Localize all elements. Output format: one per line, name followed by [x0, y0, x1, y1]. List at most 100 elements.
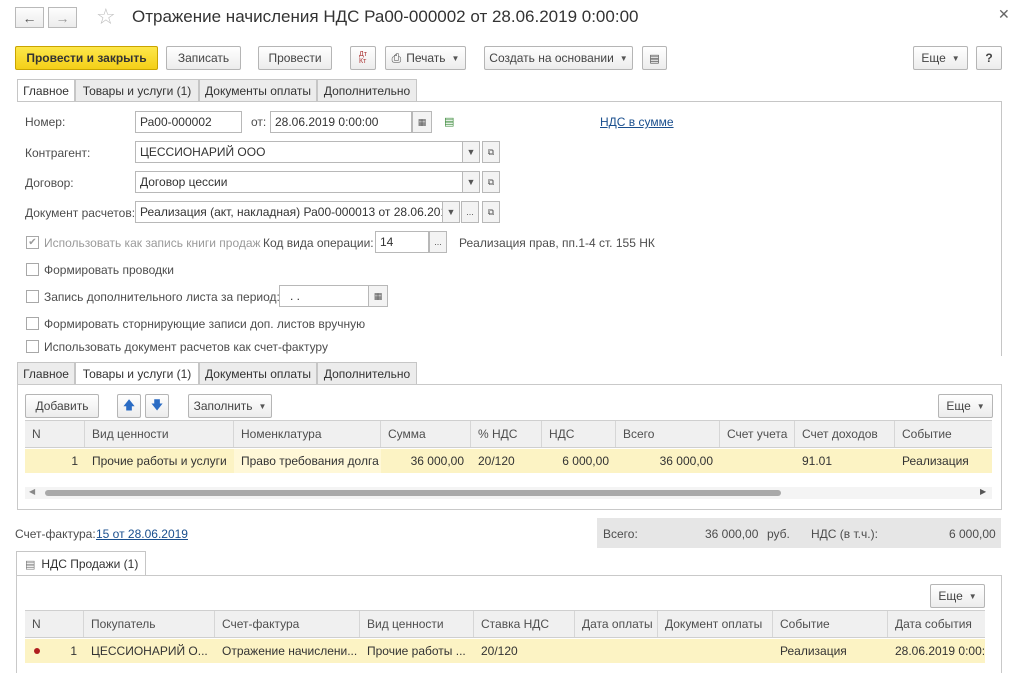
contract-field[interactable]: Договор цессии: [135, 171, 463, 193]
vat-in-sum-link[interactable]: НДС в сумме: [600, 115, 674, 129]
use-as-invoice-label: Использовать документ расчетов как счет-…: [44, 340, 328, 354]
column-header[interactable]: Вид ценности: [85, 421, 234, 447]
column-header[interactable]: Сумма: [381, 421, 471, 447]
fill-label: Заполнить: [193, 399, 253, 413]
horizontal-scrollbar[interactable]: ◀ ▶: [25, 487, 992, 499]
vat-sales-more-label: Еще: [938, 589, 963, 603]
additional-sheet-checkbox[interactable]: [26, 290, 39, 303]
forward-button[interactable]: →: [48, 7, 77, 28]
column-header[interactable]: НДС: [542, 421, 616, 447]
additional-sheet-period-field[interactable]: . .: [279, 285, 369, 307]
chevron-down-icon: ▼: [451, 53, 460, 63]
table-row[interactable]: 1 Прочие работы и услуги Право требовани…: [25, 449, 992, 473]
column-header[interactable]: Событие: [773, 611, 888, 637]
column-header[interactable]: Дата оплаты: [575, 611, 658, 637]
tab-payment-documents-inner[interactable]: Документы оплаты: [199, 362, 317, 384]
table-cell: 1: [70, 644, 77, 658]
make-entries-checkbox[interactable]: [26, 263, 39, 276]
move-up-button[interactable]: 🡅: [117, 394, 141, 418]
structure-icon: ▤: [649, 52, 660, 65]
goods-more-button[interactable]: Еще ▼: [938, 394, 993, 418]
scroll-right-icon[interactable]: ▶: [980, 487, 986, 496]
tab-payment-documents[interactable]: Документы оплаты: [199, 79, 317, 101]
post-button[interactable]: Провести: [258, 46, 332, 70]
tab-additional-inner[interactable]: Дополнительно: [317, 362, 417, 384]
counterparty-field[interactable]: ЦЕССИОНАРИЙ ООО: [135, 141, 463, 163]
use-as-invoice-checkbox[interactable]: [26, 340, 39, 353]
date-field[interactable]: 28.06.2019 0:00:00: [270, 111, 412, 133]
select-icon[interactable]: ...: [461, 201, 479, 223]
table-cell: 36 000,00: [659, 454, 713, 468]
column-header[interactable]: Событие: [895, 421, 992, 447]
totals-panel: Всего: 36 000,00 руб. НДС (в т.ч.): 6 00…: [597, 518, 1001, 548]
chevron-down-icon: ▼: [968, 591, 977, 601]
scroll-left-icon[interactable]: ◀: [29, 487, 35, 496]
chevron-down-icon[interactable]: ▼: [462, 171, 480, 193]
op-code-field[interactable]: 14: [375, 231, 429, 253]
save-button[interactable]: Записать: [166, 46, 241, 70]
add-button[interactable]: Добавить: [25, 394, 99, 418]
chevron-down-icon[interactable]: ▼: [462, 141, 480, 163]
column-header[interactable]: Дата события: [888, 611, 985, 637]
print-button[interactable]: ⎙ Печать ▼: [385, 46, 466, 70]
column-header[interactable]: N: [25, 421, 85, 447]
column-header[interactable]: Всего: [616, 421, 720, 447]
column-header[interactable]: Счет доходов: [795, 421, 895, 447]
chevron-down-icon: ▼: [976, 401, 985, 411]
tab-additional[interactable]: Дополнительно: [317, 79, 417, 101]
window-title: Отражение начисления НДС Ра00-000002 от …: [132, 7, 639, 26]
open-icon[interactable]: ⧉: [482, 171, 500, 193]
open-icon[interactable]: ⧉: [482, 201, 500, 223]
table-cell: Отражение начислени...: [222, 644, 358, 658]
create-based-on-button[interactable]: Создать на основании ▼: [484, 46, 633, 70]
vat-sales-more-button[interactable]: Еще ▼: [930, 584, 985, 608]
open-icon[interactable]: ⧉: [482, 141, 500, 163]
tab-main[interactable]: Главное: [17, 79, 75, 102]
chevron-down-icon[interactable]: ▼: [442, 201, 460, 223]
column-header[interactable]: Ставка НДС: [474, 611, 575, 637]
fill-button[interactable]: Заполнить ▼: [188, 394, 272, 418]
table-cell: 91.01: [802, 454, 833, 468]
more-label: Еще: [921, 51, 946, 65]
table-row[interactable]: 1 ЦЕССИОНАРИЙ О... Отражение начислени..…: [25, 639, 985, 663]
number-field[interactable]: Ра00-000002: [135, 111, 242, 133]
reversal-checkbox[interactable]: [26, 317, 39, 330]
tab-goods-services[interactable]: Товары и услуги (1): [75, 79, 199, 101]
back-button[interactable]: ←: [15, 7, 44, 28]
op-code-description: Реализация прав, пп.1-4 ст. 155 НК: [459, 236, 655, 250]
help-button[interactable]: ?: [976, 46, 1002, 70]
column-header[interactable]: N: [25, 611, 84, 637]
column-header[interactable]: Номенклатура: [234, 421, 381, 447]
scrollbar-thumb[interactable]: [45, 490, 781, 496]
calendar-icon[interactable]: ▦: [412, 111, 432, 133]
move-down-button[interactable]: 🡇: [145, 394, 169, 418]
column-header[interactable]: Документ оплаты: [658, 611, 773, 637]
select-icon[interactable]: ...: [429, 231, 447, 253]
additional-sheet-label: Запись дополнительного листа за период:: [44, 290, 280, 304]
column-header[interactable]: Счет учета: [720, 421, 795, 447]
close-icon[interactable]: ✕: [998, 6, 1010, 23]
structure-button[interactable]: ▤: [642, 46, 667, 70]
tab-goods-services-inner[interactable]: Товары и услуги (1): [75, 362, 199, 385]
column-header[interactable]: Вид ценности: [360, 611, 474, 637]
calendar-icon[interactable]: ▦: [368, 285, 388, 307]
tab-main-inner[interactable]: Главное: [17, 362, 75, 384]
more-button[interactable]: Еще ▼: [913, 46, 968, 70]
dt-kt-button[interactable]: Дт Кт: [350, 46, 376, 70]
column-header[interactable]: Покупатель: [84, 611, 215, 637]
table-cell: 1: [71, 454, 78, 468]
star-icon[interactable]: ☆: [96, 4, 116, 30]
settlement-doc-field[interactable]: Реализация (акт, накладная) Ра00-000013 …: [135, 201, 443, 223]
table-cell: 6 000,00: [562, 454, 609, 468]
invoice-link[interactable]: 15 от 28.06.2019: [96, 527, 188, 541]
table-cell: Реализация: [780, 644, 847, 658]
table-cell: 36 000,00: [410, 454, 464, 468]
post-and-close-button[interactable]: Провести и закрыть: [15, 46, 158, 70]
table-cell: [658, 639, 773, 663]
use-sales-book-checkbox[interactable]: ✔: [26, 236, 39, 249]
column-header[interactable]: % НДС: [471, 421, 542, 447]
column-header[interactable]: Счет-фактура: [215, 611, 360, 637]
number-label: Номер:: [25, 115, 66, 129]
total-value: 36 000,00: [705, 527, 759, 541]
tab-vat-sales[interactable]: ▤ НДС Продажи (1): [16, 551, 146, 576]
